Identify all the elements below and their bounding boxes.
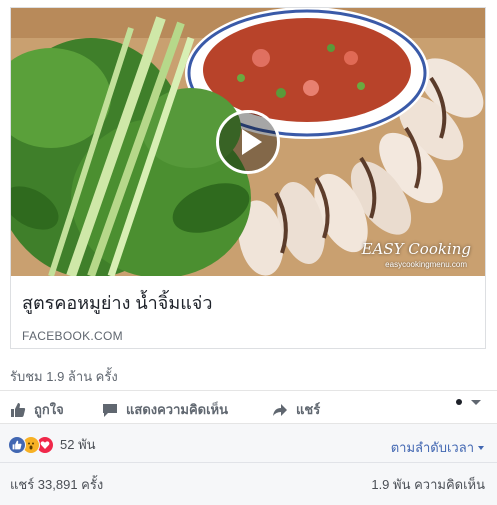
play-button[interactable] <box>216 110 280 174</box>
view-count: รับชม 1.9 ล้าน ครั้ง <box>10 369 118 384</box>
shared-link-card[interactable]: EASY Cooking easycookingmenu.com สูตรคอห… <box>10 7 486 349</box>
video-thumbnail[interactable]: EASY Cooking easycookingmenu.com <box>11 8 485 276</box>
like-reaction-icon <box>8 435 26 454</box>
divider <box>0 462 497 463</box>
comment-icon <box>103 403 117 417</box>
caret-down-icon <box>478 445 484 450</box>
like-button[interactable]: ถูกใจ <box>10 399 64 420</box>
profile-dot-icon <box>456 399 462 405</box>
link-domain: FACEBOOK.COM <box>22 329 123 343</box>
comment-count[interactable]: 1.9 พัน ความคิดเห็น <box>371 474 485 495</box>
share-icon <box>273 403 287 416</box>
share-label: แชร์ <box>296 402 321 417</box>
comment-button[interactable]: แสดงความคิดเห็น <box>102 399 228 420</box>
sort-label: ตามลำดับเวลา <box>390 440 474 455</box>
play-icon <box>242 129 262 155</box>
like-label: ถูกใจ <box>34 402 64 417</box>
engagement-summary: 52 พัน ตามลำดับเวลา แชร์ 33,891 ครั้ง 1.… <box>0 423 497 505</box>
share-button[interactable]: แชร์ <box>272 399 320 420</box>
comment-label: แสดงความคิดเห็น <box>126 402 229 417</box>
like-icon <box>11 402 26 417</box>
divider <box>0 390 497 391</box>
watermark-url: easycookingmenu.com <box>385 260 467 269</box>
share-as-selector[interactable] <box>455 397 483 407</box>
caret-down-icon <box>471 400 481 405</box>
watermark: EASY Cooking <box>361 240 471 258</box>
comment-sort-dropdown[interactable]: ตามลำดับเวลา <box>391 437 485 458</box>
link-title[interactable]: สูตรคอหมูย่าง น้ำจิ้มแจ่ว <box>22 288 212 317</box>
action-bar: ถูกใจ แสดงความคิดเห็น แชร์ <box>0 393 497 423</box>
share-count[interactable]: แชร์ 33,891 ครั้ง <box>10 474 103 495</box>
reaction-count: 52 พัน <box>60 437 96 452</box>
reactions-summary[interactable]: 52 พัน <box>8 434 96 455</box>
